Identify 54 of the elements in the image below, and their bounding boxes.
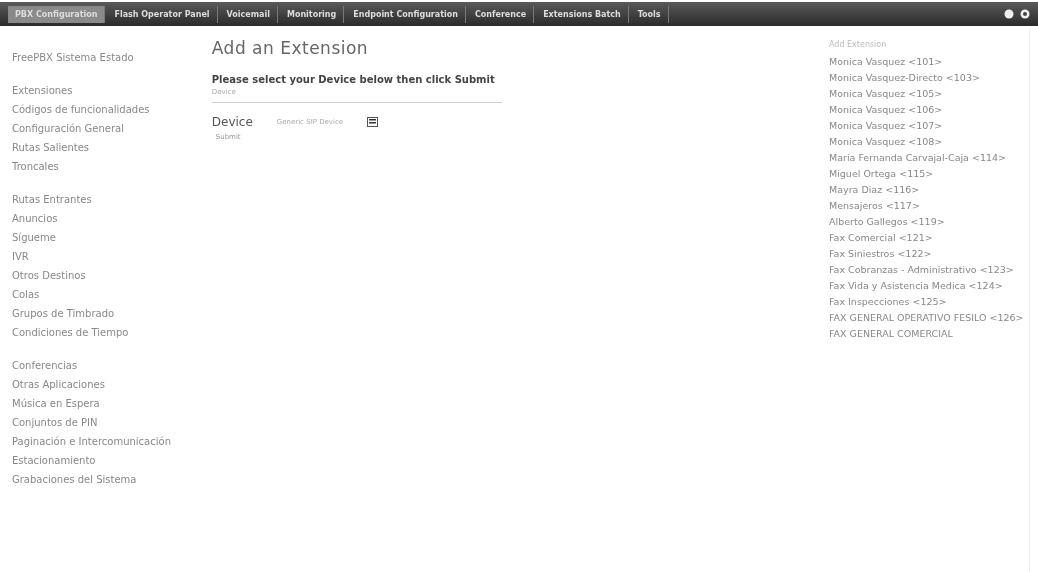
instruction-text: Please select your Device below then click Submit xyxy=(211,74,496,85)
sidebar-link[interactable]: Grabaciones del Sistema xyxy=(12,472,202,487)
sidebar-link[interactable]: Rutas Entrantes xyxy=(12,192,202,207)
extension-link[interactable]: FAX GENERAL OPERATIVO FESILO <126> xyxy=(829,312,1029,324)
sidebar-link[interactable]: Conjuntos de PIN xyxy=(12,415,202,430)
extension-link[interactable]: Mensajeros <117> xyxy=(829,200,1029,212)
extension-link[interactable]: Mayra Diaz <116> xyxy=(829,184,1029,196)
menu-tab[interactable]: Monitoring xyxy=(279,5,345,23)
menu-tab[interactable]: Voicemail xyxy=(219,5,278,23)
sidebar-link[interactable]: FreePBX Sistema Estado xyxy=(12,50,202,65)
sidebar-link[interactable]: Colas xyxy=(12,287,202,302)
sidebar-link[interactable]: Troncales xyxy=(12,159,202,174)
extension-link[interactable]: Maria Fernanda Carvajal-Caja <114> xyxy=(829,152,1029,164)
sidebar-link[interactable]: Otras Aplicaciones xyxy=(12,377,202,392)
sidebar-link[interactable]: Códigos de funcionalidades xyxy=(12,102,202,117)
sidebar-link[interactable]: Otros Destinos xyxy=(12,268,202,283)
page-title: Add an Extension xyxy=(211,38,370,58)
menu-tab[interactable]: Extensions Batch xyxy=(536,5,629,23)
list-heading: Add Extension xyxy=(829,40,888,49)
extension-link[interactable]: Fax Cobranzas - Administrativo <123> xyxy=(829,264,1029,276)
extension-link[interactable]: FAX GENERAL COMERCIAL xyxy=(829,328,1029,340)
extension-link[interactable]: Miguel Ortega <115> xyxy=(829,168,1029,180)
menu-tab[interactable]: Conference xyxy=(467,5,535,23)
circle-icon[interactable] xyxy=(1004,9,1014,19)
extension-link[interactable]: Monica Vasquez <107> xyxy=(829,120,1029,132)
sidebar-link[interactable]: Conferencias xyxy=(12,358,202,373)
sidebar-link[interactable]: Música en Espera xyxy=(12,396,202,411)
menu-tab[interactable]: Flash Operator Panel xyxy=(107,5,218,23)
extension-link[interactable]: Fax Comercial <121> xyxy=(829,232,1029,244)
sidebar-link[interactable]: Estacionamiento xyxy=(12,453,202,468)
extension-link[interactable]: Monica Vasquez <108> xyxy=(829,136,1029,148)
sidebar-link[interactable]: Configuración General xyxy=(12,121,202,136)
list-icon[interactable] xyxy=(367,117,379,127)
sidebar-link[interactable]: Extensiones xyxy=(12,83,202,98)
menu-tab[interactable]: Tools xyxy=(630,5,669,23)
extension-link[interactable]: Monica Vasquez <106> xyxy=(829,104,1029,116)
sidebar-link[interactable]: Grupos de Timbrado xyxy=(12,306,202,321)
sidebar-link[interactable]: IVR xyxy=(12,249,202,264)
menu-tab[interactable]: Endpoint Configuration xyxy=(346,5,466,23)
circle-icon[interactable] xyxy=(1020,9,1030,19)
extension-link[interactable]: Alberto Gallegos <119> xyxy=(829,216,1029,228)
extension-link[interactable]: Fax Siniestros <122> xyxy=(829,248,1029,260)
menu-tab[interactable]: PBX Configuration xyxy=(8,5,106,23)
extension-link[interactable]: Fax Inspecciones <125> xyxy=(829,296,1029,308)
extension-link[interactable]: Monica Vasquez <105> xyxy=(829,88,1029,100)
sidebar-link[interactable]: Rutas Salientes xyxy=(12,140,202,155)
sidebar-link[interactable]: Sígueme xyxy=(12,230,202,245)
extension-link[interactable]: Monica Vasquez-Directo <103> xyxy=(829,72,1029,84)
extension-link[interactable]: Fax Vida y Asistencia Medica <124> xyxy=(829,280,1029,292)
sidebar-link[interactable]: Condiciones de Tiempo xyxy=(12,325,202,340)
device-label: Device xyxy=(211,115,253,129)
extension-link[interactable]: Monica Vasquez <101> xyxy=(829,56,1029,68)
sidebar-link[interactable]: Paginación e Intercomunicación xyxy=(12,434,202,449)
sidebar-link[interactable]: Anuncios xyxy=(12,211,202,226)
